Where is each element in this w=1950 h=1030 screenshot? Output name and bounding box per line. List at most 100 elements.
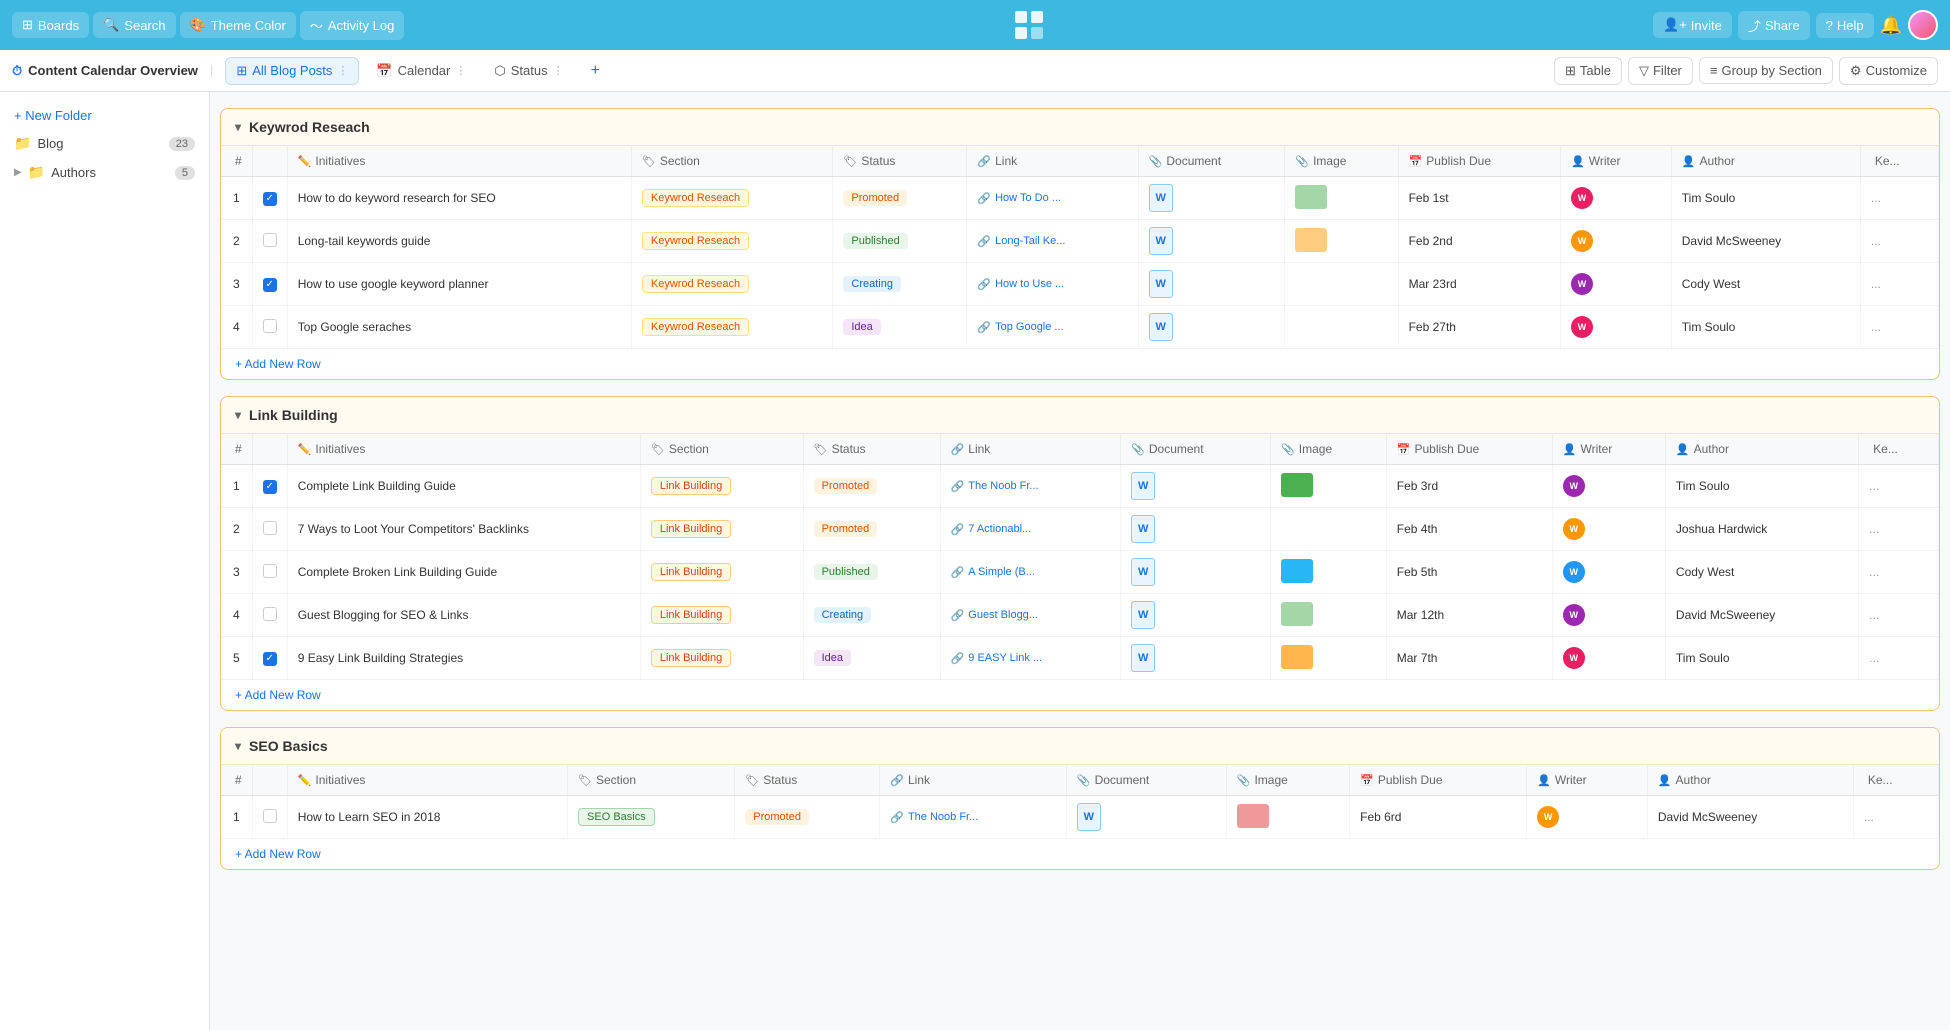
table-row[interactable]: 4Guest Blogging for SEO & LinksLink Buil…: [221, 594, 1939, 637]
link-value[interactable]: 🔗How To Do ...: [977, 192, 1127, 205]
doc-icon[interactable]: W: [1149, 184, 1173, 212]
link-value[interactable]: 🔗Guest Blogg...: [951, 609, 1111, 622]
sidebar-item-authors[interactable]: ▶ 📁 Authors 5: [0, 158, 209, 187]
image-cell[interactable]: [1271, 637, 1387, 680]
link-cell[interactable]: 🔗How To Do ...: [967, 177, 1138, 220]
boards-button[interactable]: ⊞ Boards: [12, 12, 89, 38]
help-button[interactable]: ? Help: [1816, 13, 1874, 38]
section-chevron-1[interactable]: ▾: [235, 408, 241, 422]
doc-icon[interactable]: W: [1131, 558, 1155, 586]
link-cell[interactable]: 🔗Long-Tail Ke...: [967, 220, 1138, 263]
filter-button[interactable]: ▽ Filter: [1628, 57, 1693, 85]
row-checkbox-cell[interactable]: [252, 551, 287, 594]
document-cell[interactable]: W: [1121, 508, 1271, 551]
checkbox[interactable]: ✓: [263, 480, 277, 494]
checkbox[interactable]: [263, 564, 277, 578]
document-cell[interactable]: W: [1138, 306, 1285, 349]
image-cell[interactable]: [1285, 177, 1398, 220]
link-value[interactable]: 🔗9 EASY Link ...: [951, 652, 1111, 665]
table-row[interactable]: 5✓9 Easy Link Building StrategiesLink Bu…: [221, 637, 1939, 680]
link-value[interactable]: 🔗The Noob Fr...: [951, 480, 1111, 493]
tab-all-blog-posts[interactable]: ⊞ All Blog Posts ⋮: [225, 57, 359, 85]
link-cell[interactable]: 🔗Top Google ...: [967, 306, 1138, 349]
link-cell[interactable]: 🔗7 Actionabl...: [940, 508, 1121, 551]
link-value[interactable]: 🔗Top Google ...: [977, 321, 1127, 334]
document-cell[interactable]: W: [1121, 637, 1271, 680]
link-value[interactable]: 🔗7 Actionabl...: [951, 523, 1111, 536]
document-cell[interactable]: W: [1121, 465, 1271, 508]
image-cell[interactable]: [1271, 551, 1387, 594]
table-row[interactable]: 3✓How to use google keyword plannerKeywr…: [221, 263, 1939, 306]
checkbox[interactable]: [263, 233, 277, 247]
document-cell[interactable]: W: [1138, 177, 1285, 220]
checkbox[interactable]: ✓: [263, 652, 277, 666]
image-cell[interactable]: [1271, 594, 1387, 637]
doc-icon[interactable]: W: [1149, 270, 1173, 298]
checkbox[interactable]: [263, 607, 277, 621]
image-cell[interactable]: [1271, 508, 1387, 551]
table-row[interactable]: 4Top Google serachesKeywrod ReseachIdea🔗…: [221, 306, 1939, 349]
row-checkbox-cell[interactable]: ✓: [252, 465, 287, 508]
image-cell[interactable]: [1285, 220, 1398, 263]
customize-button[interactable]: ⚙ Customize: [1839, 57, 1938, 85]
checkbox[interactable]: ✓: [263, 192, 277, 206]
row-checkbox-cell[interactable]: [252, 796, 287, 839]
document-cell[interactable]: W: [1121, 594, 1271, 637]
table-row[interactable]: 1✓Complete Link Building GuideLink Build…: [221, 465, 1939, 508]
doc-icon[interactable]: W: [1149, 313, 1173, 341]
row-checkbox-cell[interactable]: ✓: [252, 263, 287, 306]
notifications-button[interactable]: 🔔: [1880, 15, 1902, 36]
row-checkbox-cell[interactable]: ✓: [252, 637, 287, 680]
link-cell[interactable]: 🔗A Simple (B...: [940, 551, 1121, 594]
section-header-1[interactable]: ▾ Link Building: [221, 397, 1939, 434]
checkbox[interactable]: [263, 809, 277, 823]
doc-icon[interactable]: W: [1131, 644, 1155, 672]
table-row[interactable]: 27 Ways to Loot Your Competitors' Backli…: [221, 508, 1939, 551]
link-cell[interactable]: 🔗How to Use ...: [967, 263, 1138, 306]
link-cell[interactable]: 🔗Guest Blogg...: [940, 594, 1121, 637]
row-checkbox-cell[interactable]: [252, 220, 287, 263]
row-checkbox-cell[interactable]: ✓: [252, 177, 287, 220]
section-chevron-0[interactable]: ▾: [235, 120, 241, 134]
sidebar-item-blog[interactable]: 📁 Blog 23: [0, 129, 209, 158]
tab-calendar[interactable]: 📅 Calendar ⋮: [365, 57, 477, 85]
doc-icon[interactable]: W: [1131, 472, 1155, 500]
link-cell[interactable]: 🔗The Noob Fr...: [880, 796, 1067, 839]
image-cell[interactable]: [1285, 263, 1398, 306]
add-view-button[interactable]: +: [581, 57, 610, 85]
checkbox[interactable]: ✓: [263, 278, 277, 292]
link-value[interactable]: 🔗Long-Tail Ke...: [977, 235, 1127, 248]
theme-color-button[interactable]: 🎨 Theme Color: [180, 12, 296, 38]
add-row-button[interactable]: + Add New Row: [221, 349, 335, 379]
add-row-button[interactable]: + Add New Row: [221, 680, 335, 710]
link-value[interactable]: 🔗The Noob Fr...: [890, 811, 1056, 824]
document-cell[interactable]: W: [1066, 796, 1226, 839]
section-chevron-2[interactable]: ▾: [235, 739, 241, 753]
document-cell[interactable]: W: [1138, 263, 1285, 306]
share-button[interactable]: ⤴ Share: [1738, 11, 1810, 40]
row-checkbox-cell[interactable]: [252, 594, 287, 637]
search-button[interactable]: 🔍 Search: [93, 12, 175, 38]
table-row[interactable]: 2Long-tail keywords guideKeywrod Reseach…: [221, 220, 1939, 263]
table-row[interactable]: 1✓How to do keyword research for SEOKeyw…: [221, 177, 1939, 220]
link-cell[interactable]: 🔗The Noob Fr...: [940, 465, 1121, 508]
image-cell[interactable]: [1271, 465, 1387, 508]
row-checkbox-cell[interactable]: [252, 508, 287, 551]
link-value[interactable]: 🔗How to Use ...: [977, 278, 1127, 291]
doc-icon[interactable]: W: [1131, 515, 1155, 543]
checkbox[interactable]: [263, 521, 277, 535]
add-row-button[interactable]: + Add New Row: [221, 839, 335, 869]
doc-icon[interactable]: W: [1077, 803, 1101, 831]
new-folder-button[interactable]: + New Folder: [0, 102, 209, 129]
table-row[interactable]: 3Complete Broken Link Building GuideLink…: [221, 551, 1939, 594]
section-header-2[interactable]: ▾ SEO Basics: [221, 728, 1939, 765]
table-row[interactable]: 1How to Learn SEO in 2018SEO BasicsPromo…: [221, 796, 1939, 839]
image-cell[interactable]: [1285, 306, 1398, 349]
document-cell[interactable]: W: [1138, 220, 1285, 263]
section-header-0[interactable]: ▾ Keywrod Reseach: [221, 109, 1939, 146]
activity-log-button[interactable]: 〜 Activity Log: [300, 11, 405, 40]
group-by-section-button[interactable]: ≡ Group by Section: [1699, 57, 1833, 84]
row-checkbox-cell[interactable]: [252, 306, 287, 349]
document-cell[interactable]: W: [1121, 551, 1271, 594]
table-button[interactable]: ⊞ Table: [1554, 57, 1622, 85]
